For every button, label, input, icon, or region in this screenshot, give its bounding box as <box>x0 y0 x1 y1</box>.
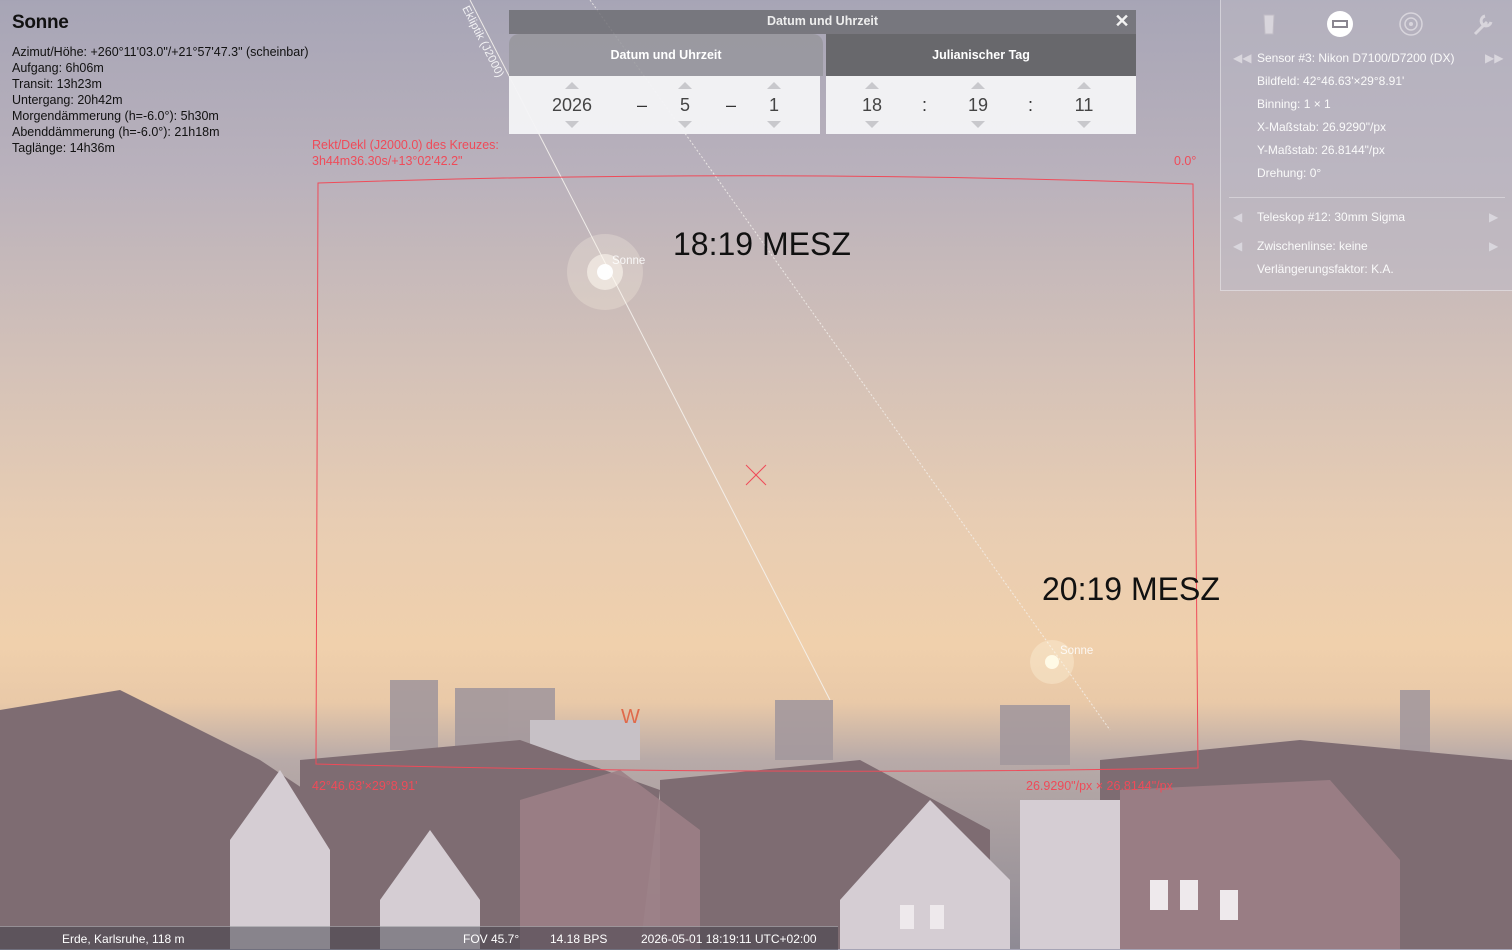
date-editor: 2026 – 5 – 1 <box>509 76 820 134</box>
month-spinner[interactable]: 5 <box>665 76 705 134</box>
prev-sensor-icon[interactable]: ◀◀ <box>1233 51 1251 65</box>
datetime-status[interactable]: 2026-05-01 18:19:11 UTC+02:00 <box>641 932 817 946</box>
frame-scale: 26.9290"/px × 26.8144"/px <box>1026 779 1173 793</box>
minute-value[interactable]: 19 <box>958 95 998 116</box>
time-annotation-1: 18:19 MESZ <box>673 226 851 262</box>
fps-status: 14.18 BPS <box>550 932 608 946</box>
object-info-panel: Sonne Azimut/Höhe: +260°11'03.0"/+21°57'… <box>12 12 309 156</box>
sensor-icon[interactable] <box>1326 10 1354 38</box>
sensor-name: Sensor #3: Nikon D7100/D7200 (DX) <box>1257 51 1455 65</box>
frame-fov: 42°46.63'×29°8.91' <box>312 779 418 793</box>
info-azimuth: Azimut/Höhe: +260°11'03.0"/+21°57'47.3" … <box>12 45 309 59</box>
divider <box>1229 197 1505 198</box>
fov-status[interactable]: FOV 45.7° <box>463 932 519 946</box>
prev-lens-icon[interactable]: ◀ <box>1233 239 1242 253</box>
location-status[interactable]: Erde, Karlsruhe, 118 m <box>62 932 185 946</box>
info-day-length: Taglänge: 14h36m <box>12 141 115 155</box>
minute-spinner[interactable]: 19 <box>958 76 998 134</box>
second-down-icon[interactable] <box>1077 121 1091 128</box>
oculars-toolbar <box>1221 10 1512 40</box>
time-annotation-2: 20:19 MESZ <box>1042 571 1220 607</box>
info-morning-twilight: Morgendämmerung (h=-6.0°): 5h30m <box>12 109 219 123</box>
info-rise: Aufgang: 6h06m <box>12 61 104 75</box>
next-telescope-icon[interactable]: ▶ <box>1489 210 1498 224</box>
hour-down-icon[interactable] <box>865 121 879 128</box>
wrench-icon[interactable] <box>1469 10 1497 38</box>
second-value[interactable]: 11 <box>1064 95 1104 116</box>
day-value[interactable]: 1 <box>754 95 794 116</box>
crosshair-coords-value: 3h44m36.30s/+13°02'42.2" <box>312 154 463 168</box>
sensor-field: Bildfeld: 42°46.63'×29°8.91' <box>1257 74 1405 88</box>
time-separator: : <box>1028 95 1034 115</box>
tab-date-time[interactable]: Datum und Uhrzeit <box>509 34 823 76</box>
dialog-title[interactable]: Datum und Uhrzeit <box>509 10 1136 34</box>
sensor-rotation: Drehung: 0° <box>1257 166 1322 180</box>
info-set: Untergang: 20h42m <box>12 93 123 107</box>
minute-down-icon[interactable] <box>971 121 985 128</box>
year-down-icon[interactable] <box>565 121 579 128</box>
close-icon[interactable]: ✕ <box>1112 10 1132 32</box>
info-evening-twilight: Abenddämmerung (h=-6.0°): 21h18m <box>12 125 220 139</box>
sensor-binning: Binning: 1 × 1 <box>1257 97 1331 111</box>
date-separator: – <box>637 95 648 115</box>
month-value[interactable]: 5 <box>665 95 705 116</box>
date-separator: – <box>726 95 737 115</box>
telrad-icon[interactable] <box>1397 10 1425 38</box>
day-spinner[interactable]: 1 <box>754 76 794 134</box>
sensor-xscale: X-Maßstab: 26.9290"/px <box>1257 120 1386 134</box>
day-up-icon[interactable] <box>767 82 781 89</box>
oculars-panel: ◀◀ ▶▶ Sensor #3: Nikon D7100/D7200 (DX) … <box>1220 0 1512 291</box>
minute-up-icon[interactable] <box>971 82 985 89</box>
extension-factor: Verlängerungsfaktor: K.A. <box>1257 262 1394 276</box>
next-lens-icon[interactable]: ▶ <box>1489 239 1498 253</box>
telescope-name: Teleskop #12: 30mm Sigma <box>1257 210 1406 224</box>
ocular-icon[interactable] <box>1255 10 1283 38</box>
frame-rotation: 0.0° <box>1174 154 1197 168</box>
month-down-icon[interactable] <box>678 121 692 128</box>
crosshair-coords-label: Rekt/Dekl (J2000.0) des Kreuzes: <box>312 138 499 152</box>
month-up-icon[interactable] <box>678 82 692 89</box>
next-sensor-icon[interactable]: ▶▶ <box>1485 51 1503 65</box>
day-down-icon[interactable] <box>767 121 781 128</box>
hour-spinner[interactable]: 18 <box>852 76 892 134</box>
second-spinner[interactable]: 11 <box>1064 76 1104 134</box>
prev-telescope-icon[interactable]: ◀ <box>1233 210 1242 224</box>
time-editor: 18 : 19 : 11 <box>826 76 1136 134</box>
tab-julian-day[interactable]: Julianischer Tag <box>826 34 1136 76</box>
year-value[interactable]: 2026 <box>542 95 602 116</box>
status-bar: Erde, Karlsruhe, 118 m FOV 45.7° 14.18 B… <box>0 926 838 950</box>
sun-label-2[interactable]: Sonne <box>1060 645 1093 657</box>
time-separator: : <box>922 95 928 115</box>
second-up-icon[interactable] <box>1077 82 1091 89</box>
info-transit: Transit: 13h23m <box>12 77 102 91</box>
year-up-icon[interactable] <box>565 82 579 89</box>
object-name: Sonne <box>12 12 69 33</box>
year-spinner[interactable]: 2026 <box>542 76 602 134</box>
hour-value[interactable]: 18 <box>852 95 892 116</box>
date-time-dialog: Datum und Uhrzeit ✕ Datum und Uhrzeit Ju… <box>509 10 1136 134</box>
sensor-yscale: Y-Maßstab: 26.8144"/px <box>1257 143 1385 157</box>
sun-label-1[interactable]: Sonne <box>612 255 645 267</box>
hour-up-icon[interactable] <box>865 82 879 89</box>
cardinal-west: W <box>621 706 640 728</box>
lens-name: Zwischenlinse: keine <box>1257 239 1368 253</box>
